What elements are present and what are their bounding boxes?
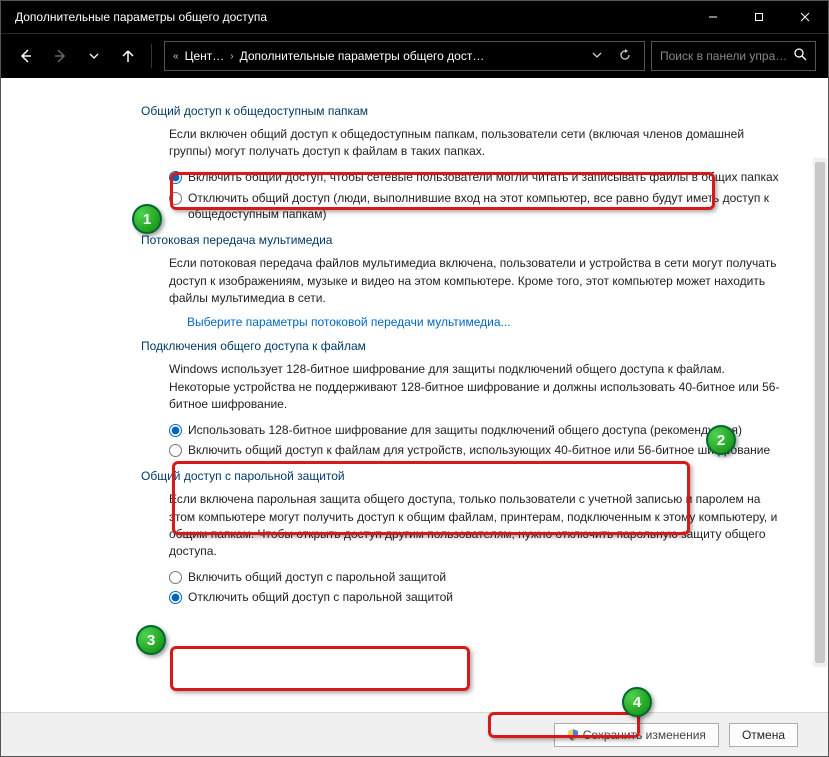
section-desc-filesharing: Windows использует 128-битное шифрование… [169, 361, 788, 413]
cancel-button[interactable]: Отмена [729, 723, 798, 747]
chevron-right-icon: › [230, 51, 233, 62]
save-button[interactable]: Сохранить изменения [554, 723, 719, 747]
section-desc-password: Если включена парольная защита общего до… [169, 491, 788, 561]
section-title-media: Потоковая передача мультимедиа [141, 233, 788, 247]
shield-icon [567, 729, 579, 741]
radio-password-enable[interactable] [169, 571, 182, 584]
section-desc-media: Если потоковая передача файлов мультимед… [169, 255, 788, 307]
radio-public-enable-label[interactable]: Включить общий доступ, чтобы сетевые пол… [188, 169, 788, 186]
footer: Сохранить изменения Отмена [1, 712, 828, 756]
nav-separator [151, 44, 152, 68]
radio-40-56bit-label[interactable]: Включить общий доступ к файлам для устро… [188, 442, 788, 459]
content-area: Общий доступ к общедоступным папкам Если… [1, 78, 828, 712]
breadcrumb-seg2[interactable]: Дополнительные параметры общего дост… [240, 49, 485, 63]
breadcrumb[interactable]: « Цент… › Дополнительные параметры общег… [164, 41, 645, 71]
radio-password-disable[interactable] [169, 591, 182, 604]
section-title-filesharing: Подключения общего доступа к файлам [141, 339, 788, 353]
close-button[interactable] [782, 1, 828, 33]
breadcrumb-dropdown[interactable] [586, 49, 608, 63]
recent-dropdown[interactable] [77, 39, 111, 73]
minimize-button[interactable] [690, 1, 736, 33]
title-bar: Дополнительные параметры общего доступа [1, 1, 828, 33]
radio-128bit[interactable] [169, 424, 182, 437]
section-title-password: Общий доступ с парольной защитой [141, 469, 788, 483]
radio-password-disable-label[interactable]: Отключить общий доступ с парольной защит… [188, 589, 788, 606]
maximize-button[interactable] [736, 1, 782, 33]
search-icon[interactable] [794, 48, 807, 64]
section-title-public: Общий доступ к общедоступным папкам [141, 104, 788, 118]
up-button[interactable] [111, 39, 145, 73]
radio-public-disable[interactable] [169, 192, 182, 205]
breadcrumb-seg1[interactable]: Цент… [185, 49, 225, 63]
save-button-label: Сохранить изменения [583, 728, 706, 742]
search-input[interactable]: Поиск в панели упра… [651, 41, 816, 71]
radio-public-disable-label[interactable]: Отключить общий доступ (люди, выполнивши… [188, 190, 788, 224]
forward-button[interactable] [43, 39, 77, 73]
media-settings-link[interactable]: Выберите параметры потоковой передачи му… [187, 315, 511, 329]
radio-password-enable-label[interactable]: Включить общий доступ с парольной защито… [188, 569, 788, 586]
search-placeholder: Поиск в панели упра… [660, 49, 788, 63]
back-button[interactable] [9, 39, 43, 73]
scrollbar[interactable] [813, 158, 827, 667]
section-desc-public: Если включен общий доступ к общедоступны… [169, 126, 788, 161]
window-title: Дополнительные параметры общего доступа [15, 10, 690, 24]
breadcrumb-root-icon: « [173, 51, 179, 62]
radio-40-56bit[interactable] [169, 444, 182, 457]
refresh-button[interactable] [614, 49, 636, 64]
radio-public-enable[interactable] [169, 171, 182, 184]
radio-128bit-label[interactable]: Использовать 128-битное шифрование для з… [188, 422, 788, 439]
nav-bar: « Цент… › Дополнительные параметры общег… [1, 33, 828, 78]
cancel-button-label: Отмена [742, 728, 785, 742]
